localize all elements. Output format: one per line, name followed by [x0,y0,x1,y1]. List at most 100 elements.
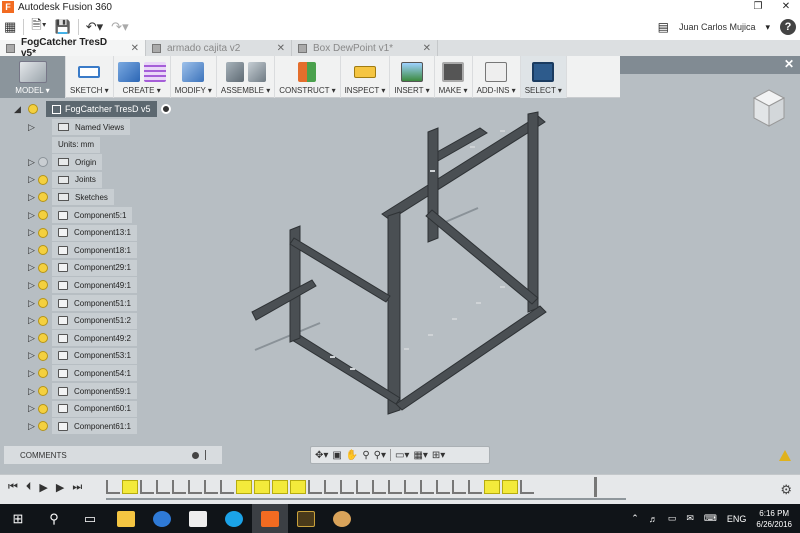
paint-icon[interactable] [324,504,360,533]
fusion360-icon[interactable] [252,504,288,533]
file-explorer-icon[interactable] [108,504,144,533]
timeline-feature-icon[interactable] [204,480,218,494]
new-component-icon[interactable] [225,62,244,82]
edge-icon[interactable] [144,504,180,533]
tab-box-dewpoint[interactable]: Box DewPoint v1* ✕ [292,40,438,56]
timeline-feature-icon[interactable] [254,480,270,494]
timeline-feature-icon[interactable] [404,480,418,494]
browser-item-box[interactable]: Origin [52,154,103,171]
timeline-feature-icon[interactable] [272,480,288,494]
expand-arrow-icon[interactable]: ▷ [28,174,38,185]
browser-item[interactable]: ▷ Component49:2 [28,330,137,347]
browser-item-box[interactable]: Component59:1 [52,383,137,399]
measure-icon[interactable] [353,66,376,78]
visibility-bulb-icon[interactable] [38,174,48,185]
collapse-handle-icon[interactable] [205,450,206,460]
browser-item-box[interactable]: Component54:1 [52,365,137,382]
visibility-bulb-icon[interactable] [38,280,48,291]
notifications-icon[interactable]: ▤ [658,20,669,34]
expand-arrow-icon[interactable]: ▷ [28,386,38,397]
expand-arrow-icon[interactable]: ▷ [28,298,38,309]
windows-start-icon[interactable]: ⊞ [0,504,36,533]
timeline-feature-icon[interactable] [502,480,518,494]
extrude-icon[interactable] [117,62,140,82]
visibility-bulb-icon[interactable] [38,192,48,203]
create-menu[interactable]: CREATE ▾ [114,56,171,98]
visibility-bulb-icon[interactable] [38,386,48,396]
expand-arrow-icon[interactable]: ▷ [28,192,38,203]
orbit-icon[interactable]: ✥▾ [315,450,328,461]
go-to-end-icon[interactable]: ⏭ [72,481,82,494]
timeline-feature-icon[interactable] [106,480,120,494]
timeline-feature-icon[interactable] [356,480,370,494]
step-forward-icon[interactable]: ▶ [56,481,64,494]
form-icon[interactable] [143,62,166,82]
timeline-feature-icon[interactable] [372,480,386,494]
viewports-icon[interactable]: ⊞▾ [432,450,445,461]
display-settings-icon[interactable]: ▭▾ [395,450,409,461]
assemble-menu[interactable]: ASSEMBLE ▾ [217,56,276,98]
save-icon[interactable]: 💾 [51,16,75,38]
browser-item[interactable]: ▷ Component13:1 [28,224,137,241]
workspace-switcher[interactable]: MODEL ▾ [0,56,66,98]
visibility-bulb-icon[interactable] [38,368,48,379]
task-view-icon[interactable]: ▭ [72,504,108,533]
inspect-menu[interactable]: INSPECT ▾ [341,56,391,98]
3d-print-icon[interactable] [442,62,465,82]
expand-arrow-icon[interactable]: ▷ [28,315,38,326]
timeline-feature-icon[interactable] [436,480,450,494]
timeline-feature-icon[interactable] [308,480,322,494]
browser-item-box[interactable]: Component5:1 [52,207,133,223]
insert-image-icon[interactable] [400,62,423,82]
browser-item-box[interactable]: Joints [52,171,102,188]
timeline-feature-icon[interactable] [188,480,202,494]
browser-item[interactable]: ▷ Component59:1 [28,383,137,399]
browser-item[interactable]: ▷ Component60:1 [28,400,137,417]
comments-panel[interactable]: COMMENTS [4,446,222,464]
play-icon[interactable]: ▶ [39,481,47,494]
viewcube-icon[interactable] [752,88,786,128]
expand-arrow-icon[interactable]: ▷ [28,280,38,291]
apps-grid-icon[interactable]: ▦ [0,16,20,38]
select-menu[interactable]: SELECT ▾ [520,56,567,98]
browser-item-box[interactable]: Units: mm [52,136,100,153]
browser-item[interactable]: ▷ Component51:1 [28,295,137,311]
close-icon[interactable]: ✕ [131,43,139,54]
visibility-bulb-icon[interactable] [38,333,48,344]
user-menu[interactable]: Juan Carlos Mujica [679,22,756,32]
visibility-bulb-icon[interactable] [38,227,48,238]
expand-arrow-icon[interactable]: ▷ [28,157,38,168]
timeline-feature-icon[interactable] [340,480,354,494]
expand-arrow-icon[interactable]: ▷ [28,210,38,221]
browser-item-box[interactable]: Component18:1 [52,242,137,259]
restore-icon[interactable]: ❐ [744,0,772,14]
browser-item-box[interactable]: Component60:1 [52,400,137,417]
timeline-feature-icon[interactable] [468,480,482,494]
browser-item[interactable]: ▷ Component51:2 [28,312,137,329]
browser-item[interactable]: ▷ Joints [28,171,102,188]
browser-item-box[interactable]: Component61:1 [52,418,137,435]
browser-item[interactable]: ▷ Component29:1 [28,259,137,276]
skype-icon[interactable] [216,504,252,533]
addins-menu[interactable]: ADD-INS ▾ [473,56,521,98]
warning-icon[interactable] [779,450,791,461]
timeline-marker[interactable] [594,477,597,497]
browser-item-box[interactable]: Component49:2 [52,330,137,347]
browser-item[interactable]: ▷ Component54:1 [28,365,137,382]
browser-item-box[interactable]: Component51:2 [52,312,137,329]
timeline-feature-icon[interactable] [220,480,234,494]
browser-item[interactable]: ▷ Named Views [28,119,131,135]
expand-arrow-icon[interactable]: ▷ [28,245,38,256]
visibility-bulb-icon[interactable] [38,403,48,414]
step-back-icon[interactable]: ⏴ [26,481,32,494]
scripts-addins-icon[interactable] [485,62,508,82]
close-icon[interactable]: ✕ [277,43,285,54]
sketch-menu[interactable]: SKETCH ▾ [66,56,114,98]
go-to-start-icon[interactable]: ⏮ [8,481,18,494]
browser-item[interactable]: ▷ Origin [28,154,103,171]
root-component[interactable]: FogCatcher TresD v5 [46,101,157,117]
expand-arrow-icon[interactable]: ▷ [28,403,38,414]
expand-arrow-icon[interactable]: ▷ [28,368,38,379]
collapse-arrow-icon[interactable]: ◢ [14,104,24,115]
joint-icon[interactable] [247,62,266,82]
